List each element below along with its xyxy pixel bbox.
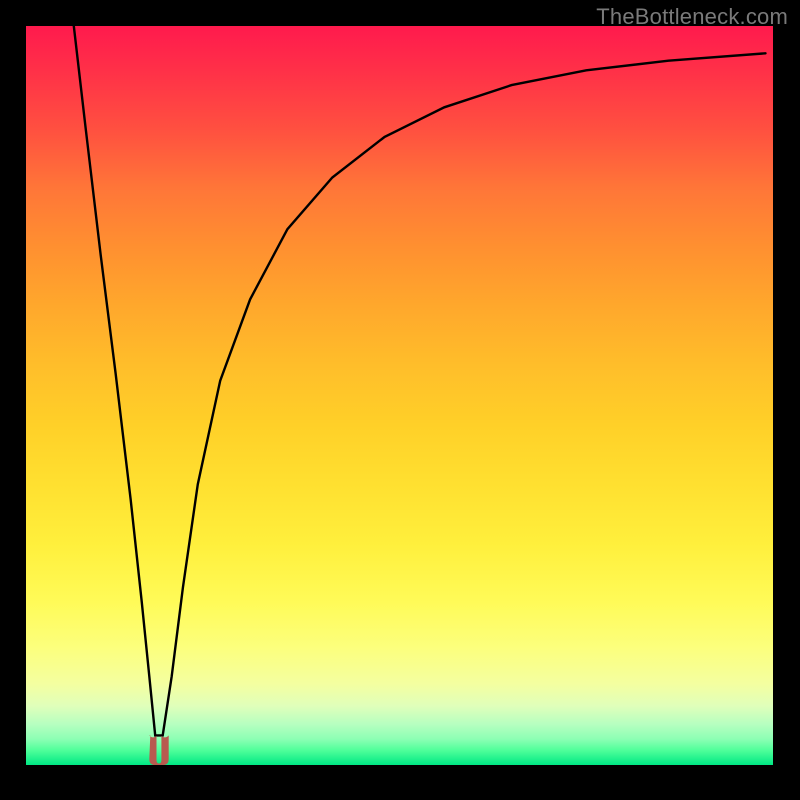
plot-area (26, 26, 773, 765)
notch-marker (149, 735, 168, 765)
chart-frame: TheBottleneck.com (0, 0, 800, 800)
bottleneck-curve-group (74, 26, 766, 735)
bottleneck-curve (74, 26, 766, 735)
curve-layer (26, 26, 773, 765)
notch-marker-group (149, 735, 168, 765)
